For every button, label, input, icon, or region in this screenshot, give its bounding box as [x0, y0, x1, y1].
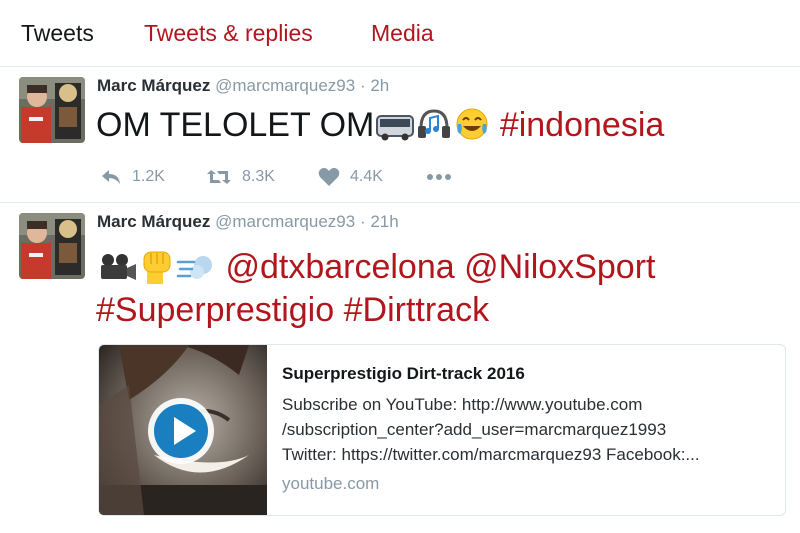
headphones-icon	[416, 106, 452, 154]
hashtag-link[interactable]: #Dirttrack	[344, 291, 489, 329]
play-button[interactable]	[145, 395, 217, 472]
tab-media[interactable]: Media	[371, 18, 434, 48]
hashtag-link[interactable]: #indonesia	[500, 106, 664, 144]
tweet[interactable]: Marc Márquez @marcmarquez93 · 2h OM TELO…	[0, 67, 800, 203]
more-icon	[426, 173, 452, 181]
tab-tweets[interactable]: Tweets	[21, 18, 94, 48]
author-handle[interactable]: @marcmarquez93	[215, 212, 355, 231]
separator-dot: ·	[359, 212, 366, 231]
tweet-text: OM TELOLET OM #indonesia	[96, 102, 664, 154]
retweet-count: 8.3K	[242, 168, 275, 185]
play-icon	[145, 398, 217, 471]
author-handle[interactable]: @marcmarquez93	[215, 76, 355, 95]
avatar[interactable]	[19, 213, 85, 279]
card-body: Superprestigio Dirt-track 2016 Subscribe…	[282, 363, 772, 495]
profile-tabs: Tweets Tweets & replies Media	[0, 0, 800, 67]
reply-count: 1.2K	[132, 168, 165, 185]
separator-dot: ·	[359, 76, 366, 95]
card-title[interactable]: Superprestigio Dirt-track 2016	[282, 363, 772, 385]
tab-tweets-and-replies[interactable]: Tweets & replies	[144, 18, 313, 48]
reply-button[interactable]: 1.2K	[100, 165, 165, 189]
more-button[interactable]	[426, 165, 452, 189]
card-description: Subscribe on YouTube: http://www.youtube…	[282, 395, 700, 464]
tweet[interactable]: Marc Márquez @marcmarquez93 · 21h @dtxba…	[0, 203, 800, 533]
reply-icon	[100, 168, 122, 186]
mention-link[interactable]: @dtxbarcelona	[225, 248, 454, 286]
avatar[interactable]	[19, 77, 85, 143]
bus-icon	[376, 108, 415, 154]
tweet-text-body: OM TELOLET OM	[96, 106, 375, 144]
like-button[interactable]: 4.4K	[318, 165, 383, 189]
card-thumbnail	[99, 345, 267, 515]
author-name[interactable]: Marc Márquez	[97, 76, 210, 95]
card-domain: youtube.com	[282, 474, 380, 493]
like-count: 4.4K	[350, 168, 383, 185]
retweet-icon	[206, 168, 232, 186]
tweet-text-line2: #Superprestigio #Dirttrack	[96, 287, 489, 333]
mention-link[interactable]: @NiloxSport	[464, 248, 655, 286]
tears-of-joy-icon	[454, 106, 490, 154]
heart-icon	[318, 167, 340, 187]
hashtag-link[interactable]: #Superprestigio	[96, 291, 334, 329]
author-name[interactable]: Marc Márquez	[97, 212, 210, 231]
link-card[interactable]: Superprestigio Dirt-track 2016 Subscribe…	[98, 344, 786, 516]
tweet-header: Marc Márquez @marcmarquez93 · 21h	[97, 211, 399, 233]
timestamp[interactable]: 21h	[370, 212, 398, 231]
retweet-button[interactable]: 8.3K	[206, 165, 275, 189]
tweet-header: Marc Márquez @marcmarquez93 · 2h	[97, 75, 389, 97]
timestamp[interactable]: 2h	[370, 76, 389, 95]
